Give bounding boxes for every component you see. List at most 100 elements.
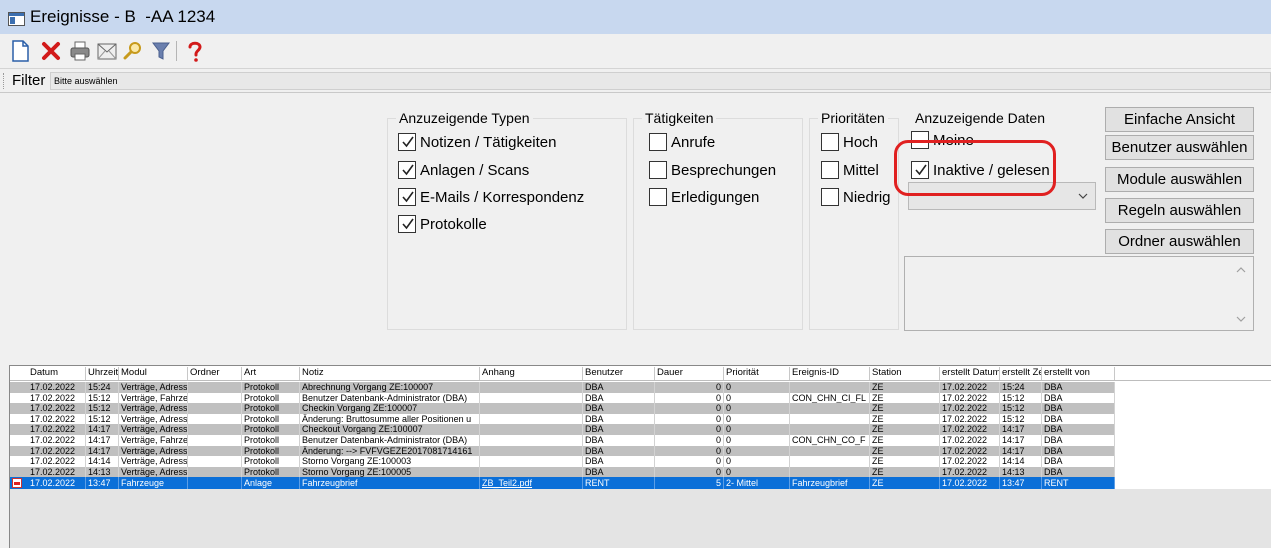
column-header-dauer[interactable]: Dauer: [655, 367, 724, 380]
column-header-notiz[interactable]: Notiz: [300, 367, 480, 380]
cell-prioritaet: 0: [724, 456, 790, 467]
red-highlight-annotation: [894, 140, 1056, 196]
toolbar: [0, 34, 1271, 68]
cell-erstellt-von: DBA: [1042, 466, 1115, 478]
cell-art: Protokoll: [242, 382, 300, 393]
cell-ordner: [188, 392, 242, 404]
grid-empty-area: [10, 489, 1271, 548]
column-header-erstellt-zeit[interactable]: erstellt Zeit: [1000, 367, 1042, 380]
column-header-modul[interactable]: Modul: [119, 367, 188, 380]
table-row[interactable]: 17.02.202215:12Verträge, AdressenProtoko…: [10, 413, 1115, 425]
column-header-station[interactable]: Station: [870, 367, 940, 380]
cell-erstellt-von: DBA: [1042, 413, 1115, 425]
checkmark-icon: [402, 218, 414, 230]
select-modules-button[interactable]: Module auswählen: [1105, 167, 1254, 192]
simple-view-button[interactable]: Einfache Ansicht: [1105, 107, 1254, 132]
cell-anhang: [480, 424, 583, 435]
column-header-benutzer[interactable]: Benutzer: [583, 367, 655, 380]
filter-select[interactable]: Bitte auswählen: [50, 72, 1271, 90]
search-icon[interactable]: [121, 39, 145, 63]
cell-dauer: 5: [655, 477, 724, 490]
cell-benutzer: DBA: [583, 435, 655, 446]
types-group: Anzuzeigende Typen Notizen / Tätigkeiten…: [387, 110, 627, 330]
events-grid[interactable]: Datum Uhrzeit Modul Ordner Art Notiz Anhang Ben…: [9, 365, 1271, 548]
select-folder-button[interactable]: Ordner auswählen: [1105, 229, 1254, 254]
cell-anhang[interactable]: ZB_Teil2.pdf: [480, 477, 583, 490]
column-header-art[interactable]: Art: [242, 367, 300, 380]
table-row[interactable]: 17.02.202215:24Verträge, AdressenProtoko…: [10, 382, 1115, 393]
cell-anhang: [480, 456, 583, 467]
toolbar-grip[interactable]: [3, 73, 6, 89]
cell-ordner: [188, 435, 242, 446]
table-row[interactable]: 17.02.202214:14Verträge, AdressenProtoko…: [10, 456, 1115, 467]
cell-art: Protokoll: [242, 435, 300, 446]
checkbox-label: Protokolle: [420, 216, 487, 233]
table-row[interactable]: 17.02.202215:12Verträge, FahrzeugeProtok…: [10, 392, 1115, 404]
table-row[interactable]: 17.02.202214:17Verträge, FahrzeugeProtok…: [10, 435, 1115, 446]
new-document-icon[interactable]: [8, 39, 32, 63]
cell-erstellt-datum: 17.02.2022: [940, 477, 1000, 490]
memo-box[interactable]: [904, 256, 1254, 331]
scroll-down-icon[interactable]: [1235, 314, 1247, 324]
checkbox-label: Mittel: [843, 162, 879, 179]
cell-modul: Verträge, Adressen: [121, 456, 188, 467]
select-user-button[interactable]: Benutzer auswählen: [1105, 135, 1254, 160]
print-icon[interactable]: [68, 39, 92, 63]
cell-erstellt-von: DBA: [1042, 392, 1115, 404]
cell-notiz: Abrechnung Vorgang ZE:100007: [300, 382, 480, 393]
cell-erstellt-von: DBA: [1042, 435, 1115, 446]
checkbox-label: Anlagen / Scans: [420, 162, 530, 179]
filter-icon[interactable]: [149, 39, 173, 63]
cell-erstellt-zeit: 15:12: [1000, 413, 1042, 425]
cell-uhrzeit: 15:12: [86, 392, 119, 404]
cell-anhang: [480, 403, 583, 414]
cell-station: ZE: [870, 413, 940, 425]
cell-ereignis-id: [790, 382, 870, 393]
cell-dauer: 0: [655, 382, 724, 393]
cell-dauer: 0: [655, 466, 724, 478]
cell-anhang: [480, 413, 583, 425]
column-header-erstellt-von[interactable]: erstellt von: [1042, 367, 1115, 380]
cell-modul: Verträge, Adressen: [121, 413, 188, 425]
cell-dauer: 0: [655, 413, 724, 425]
column-header-datum[interactable]: Datum: [28, 367, 86, 380]
column-header-ordner[interactable]: Ordner: [188, 367, 242, 380]
cell-erstellt-zeit: 14:17: [1000, 435, 1042, 446]
cell-notiz: Änderung: --> FVFVGEZE2017081714161: [300, 445, 480, 457]
table-row[interactable]: 17.02.202214:17Verträge, AdressenProtoko…: [10, 424, 1115, 435]
help-icon[interactable]: [183, 39, 207, 63]
filter-label: Filter: [12, 72, 46, 89]
cell-datum: 17.02.2022: [28, 392, 86, 404]
column-header-uhrzeit[interactable]: Uhrzeit: [86, 367, 119, 380]
cell-notiz: Benutzer Datenbank-Administrator (DBA): [300, 392, 480, 404]
table-row[interactable]: 17.02.202215:12Verträge, AdressenProtoko…: [10, 403, 1115, 414]
table-row[interactable]: 17.02.202214:13Verträge, AdressenProtoko…: [10, 466, 1115, 478]
column-header-prioritaet[interactable]: Priorität: [724, 367, 790, 380]
cell-dauer: 0: [655, 456, 724, 467]
cell-ordner: [188, 445, 242, 457]
cell-art: Protokoll: [242, 413, 300, 425]
cell-notiz: Storno Vorgang ZE:100003: [300, 456, 480, 467]
column-header-anhang[interactable]: Anhang: [480, 367, 583, 380]
cell-benutzer: RENT: [583, 477, 655, 490]
cell-prioritaet: 0: [724, 392, 790, 404]
column-header-ereignis-id[interactable]: Ereignis-ID: [790, 367, 870, 380]
table-row[interactable]: 17.02.202214:17Verträge, AdressenProtoko…: [10, 445, 1115, 457]
cell-modul: Verträge, Fahrzeuge: [121, 435, 188, 446]
select-rules-button[interactable]: Regeln auswählen: [1105, 198, 1254, 223]
cell-notiz: Checkout Vorgang ZE:100007: [300, 424, 480, 435]
cell-uhrzeit: 14:17: [86, 445, 119, 457]
delete-icon[interactable]: [39, 39, 63, 63]
cell-ereignis-id: [790, 466, 870, 478]
cell-erstellt-zeit: 15:12: [1000, 392, 1042, 404]
column-header-erstellt-datum[interactable]: erstellt Datum: [940, 367, 1000, 380]
cell-datum: 17.02.2022: [28, 445, 86, 457]
cell-benutzer: DBA: [583, 392, 655, 404]
cell-modul: Verträge, Adressen: [121, 445, 188, 457]
cell-uhrzeit: 15:12: [86, 403, 119, 414]
email-icon[interactable]: [95, 39, 119, 63]
scroll-up-icon[interactable]: [1235, 265, 1247, 275]
cell-datum: 17.02.2022: [28, 456, 86, 467]
table-row-selected[interactable]: 17.02.2022 13:47 Fahrzeuge Anlage Fahrzeugbr…: [10, 477, 1115, 490]
grid-header: Datum Uhrzeit Modul Ordner Art Notiz Anhang Ben…: [10, 366, 1271, 381]
